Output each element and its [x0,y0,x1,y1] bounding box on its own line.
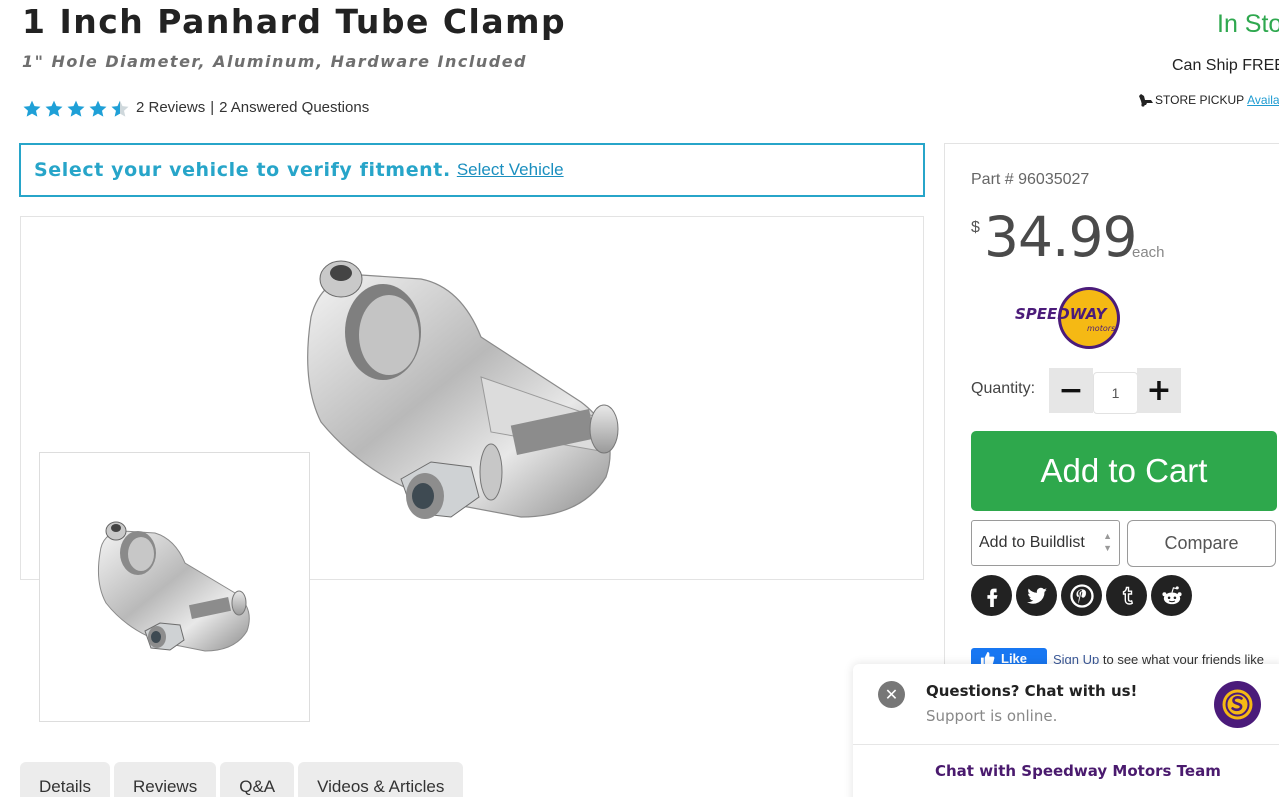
brand-sub: motors [1087,324,1115,333]
compare-button[interactable]: Compare [1127,520,1276,567]
brand-name: SPEEDWAY [1015,305,1109,323]
clamp-thumbnail-image [98,521,250,652]
chat-divider [853,744,1279,745]
price-unit: each [1132,244,1165,261]
fitment-banner: Select your vehicle to verify fitment. S… [19,143,925,197]
social-share [971,575,1192,616]
product-subtitle: 1" Hole Diameter, Aluminum, Hardware Inc… [22,52,527,71]
stock-status: In Sto [1217,10,1279,38]
reddit-icon[interactable] [1151,575,1192,616]
review-summary: 2 Reviews | 2 Answered Questions [136,99,369,116]
select-arrows-icon: ▲ ▼ [1103,531,1112,553]
review-separator: | [210,99,215,116]
shipping-status: Can Ship FREE [1172,57,1279,74]
pickup-truck-icon [1139,94,1153,107]
product-title: 1 Inch Panhard Tube Clamp [22,2,567,41]
rating-stars[interactable] [22,99,130,119]
star-icon [45,100,63,117]
tab-reviews[interactable]: Reviews [113,762,217,797]
pickup-availability-link[interactable]: Availat [1247,93,1279,107]
star-half-icon [111,100,129,117]
reviews-link[interactable]: 2 Reviews [136,99,205,116]
chat-close-button[interactable]: ✕ [878,681,905,708]
product-thumbnail[interactable] [39,452,310,722]
product-tabs: Details Reviews Q&A Videos & Articles [20,762,464,797]
tab-qa[interactable]: Q&A [220,762,295,797]
tumblr-icon[interactable] [1106,575,1147,616]
store-pickup: STORE PICKUP Availat [1138,93,1279,107]
fitment-message: Select your vehicle to verify fitment. [34,159,451,181]
pinterest-icon[interactable] [1061,575,1102,616]
quantity-input[interactable] [1093,372,1138,414]
add-to-buildlist-select[interactable]: Add to Buildlist ▲ ▼ [971,520,1120,566]
tab-details[interactable]: Details [20,762,110,797]
brand-logo[interactable]: SPEEDWAY motors [1013,283,1125,353]
questions-link[interactable]: 2 Answered Questions [219,99,369,116]
star-icon [23,100,41,117]
quantity-increase-button[interactable]: + [1137,368,1181,413]
select-vehicle-link[interactable]: Select Vehicle [457,160,564,180]
facebook-icon[interactable] [971,575,1012,616]
chat-title: Questions? Chat with us! [926,682,1138,700]
buildlist-label: Add to Buildlist [979,534,1085,551]
tab-videos-articles[interactable]: Videos & Articles [298,762,464,797]
part-number: Part # 96035027 [971,171,1090,188]
chat-status: Support is online. [926,707,1058,725]
quantity-decrease-button[interactable]: − [1049,368,1093,413]
price-currency: $ [971,219,980,236]
pickup-label: STORE PICKUP [1155,93,1245,107]
twitter-icon[interactable] [1016,575,1057,616]
price: 34.99 [984,205,1137,269]
quantity-label: Quantity: [971,380,1036,397]
chat-avatar[interactable] [1214,681,1261,728]
star-icon [89,100,107,117]
add-to-cart-button[interactable]: Add to Cart [971,431,1277,511]
chat-start-button[interactable]: Chat with Speedway Motors Team [935,762,1221,780]
star-icon [67,100,85,117]
